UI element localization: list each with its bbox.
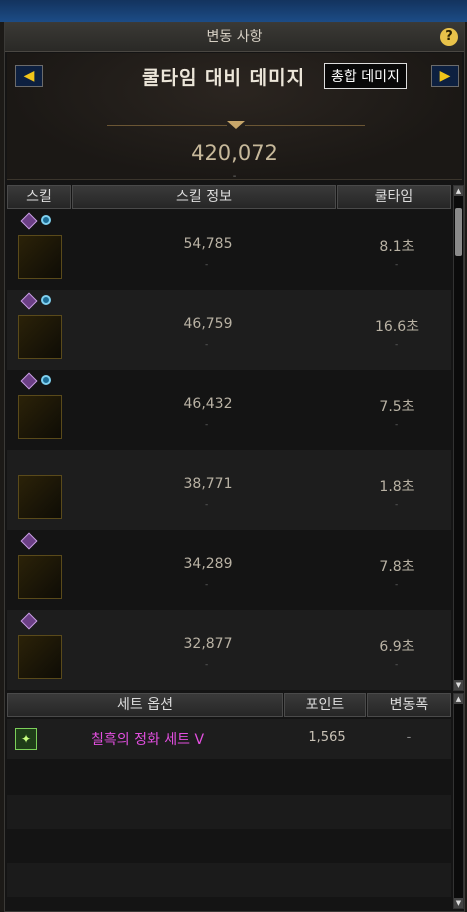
mode-title: 쿨타임 대비 데미지	[142, 67, 306, 89]
prev-mode-button[interactable]: ◀	[15, 65, 43, 87]
total-damage-value: 420,072	[191, 141, 278, 165]
divider-left	[107, 125, 227, 126]
skill-row[interactable]: 46,759 - 16.6초 -	[7, 290, 451, 370]
scroll-up-icon[interactable]: ▲	[454, 186, 463, 196]
change-details-panel: 변동 사항 ? ◀ 쿨타임 대비 데미지 총합 데미지 ▶ 420,072 - …	[4, 22, 465, 912]
skill-cooldown-change: -	[395, 260, 399, 270]
skill-cooldown: 6.9초	[379, 639, 415, 655]
skill-icon	[18, 315, 62, 359]
scroll-up-icon[interactable]: ▲	[454, 694, 463, 704]
skill-row[interactable]: 38,771 - 1.8초 -	[7, 450, 451, 530]
skill-cooldown-change: -	[395, 500, 399, 510]
skill-cooldown-change: -	[395, 660, 399, 670]
diamond-badge-icon	[20, 612, 38, 630]
skill-value: 46,432	[183, 396, 233, 412]
panel-titlebar: 변동 사항 ?	[5, 23, 464, 52]
skill-value-change: -	[205, 660, 209, 670]
column-header-set-option: 세트 옵션	[7, 693, 283, 717]
skill-cooldown-change: -	[395, 420, 399, 430]
skill-list-scrollbar[interactable]: ▲ ▼	[453, 185, 464, 691]
divider-right	[245, 125, 365, 126]
next-mode-button[interactable]: ▶	[431, 65, 459, 87]
summary-header: ◀ 쿨타임 대비 데미지 총합 데미지 ▶ 420,072 -	[7, 53, 462, 182]
skill-value-change: -	[205, 420, 209, 430]
scroll-down-icon[interactable]: ▼	[454, 680, 463, 690]
scroll-down-icon[interactable]: ▼	[454, 898, 463, 908]
empty-set-row	[7, 795, 451, 829]
empty-set-row	[7, 863, 451, 897]
column-header-cooldown: 쿨타임	[337, 185, 451, 209]
diamond-badge-icon	[20, 292, 38, 310]
set-delta: -	[406, 730, 412, 745]
column-header-skill: 스킬	[7, 185, 71, 209]
help-icon[interactable]: ?	[440, 28, 458, 46]
skill-value: 54,785	[183, 236, 233, 252]
diamond-badge-icon	[20, 372, 38, 390]
gear-badge-icon	[41, 215, 51, 225]
total-damage-change: -	[232, 171, 237, 182]
skill-value: 34,289	[183, 556, 233, 572]
skill-cooldown: 1.8초	[379, 479, 415, 495]
column-header-delta: 변동폭	[367, 693, 451, 717]
skill-icon	[18, 555, 62, 599]
skill-cooldown-change: -	[395, 580, 399, 590]
skill-row[interactable]: 54,785 - 8.1초 -	[7, 210, 451, 290]
column-header-info: 스킬 정보	[72, 185, 336, 209]
skill-icon	[18, 475, 62, 519]
skill-cooldown: 7.5초	[379, 399, 415, 415]
skill-value-change: -	[205, 500, 209, 510]
skill-value: 46,759	[183, 316, 233, 332]
chevron-down-icon	[227, 121, 245, 129]
mode-tooltip: 총합 데미지	[324, 63, 407, 89]
set-point: 1,565	[308, 730, 346, 745]
top-window-strip	[0, 0, 467, 22]
skill-row[interactable]: 34,289 - 7.8초 -	[7, 530, 451, 610]
skill-cooldown-change: -	[395, 340, 399, 350]
gear-badge-icon	[41, 375, 51, 385]
gear-badge-icon	[41, 295, 51, 305]
skill-cooldown: 16.6초	[374, 319, 420, 335]
scrollbar-thumb[interactable]	[455, 208, 462, 256]
skill-icon	[18, 635, 62, 679]
skill-value: 32,877	[183, 636, 233, 652]
skill-value-change: -	[205, 340, 209, 350]
set-emblem-icon: ✦	[15, 728, 37, 750]
diamond-badge-icon	[20, 212, 38, 230]
skill-value-change: -	[205, 580, 209, 590]
set-list-scrollbar[interactable]: ▲ ▼	[453, 693, 464, 909]
skill-cooldown: 7.8초	[379, 559, 415, 575]
skill-list: 54,785 - 8.1초 - 46,759 - 16.6초 - 46,432 …	[7, 210, 451, 698]
diamond-badge-icon	[20, 532, 38, 550]
skill-icon	[18, 395, 62, 439]
panel-title: 변동 사항	[206, 29, 263, 45]
skill-value-change: -	[205, 260, 209, 270]
set-option-row[interactable]: ✦ 칠흑의 정화 세트 V 1,565 -	[7, 719, 451, 759]
set-name: 칠흑의 정화 세트 V	[91, 732, 205, 748]
skill-row[interactable]: 32,877 - 6.9초 -	[7, 610, 451, 690]
skill-row[interactable]: 46,432 - 7.5초 -	[7, 370, 451, 450]
column-header-point: 포인트	[284, 693, 366, 717]
skill-cooldown: 8.1초	[379, 239, 415, 255]
skill-icon	[18, 235, 62, 279]
skill-value: 38,771	[183, 476, 233, 492]
